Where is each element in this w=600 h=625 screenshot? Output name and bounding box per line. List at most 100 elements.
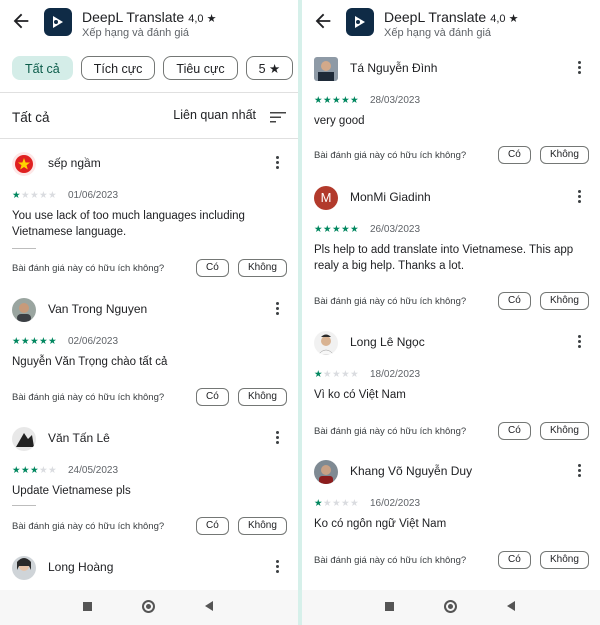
star-empty-icon: ★ bbox=[332, 369, 342, 380]
helpful-prompt: Bài đánh giá này có hữu ích không? bbox=[314, 296, 467, 307]
avatar: M bbox=[314, 186, 338, 210]
app-rating: 4,0 ★ bbox=[490, 13, 519, 25]
star-empty-icon: ★ bbox=[341, 498, 351, 509]
more-options-icon[interactable] bbox=[276, 431, 280, 446]
star-empty-icon: ★ bbox=[350, 498, 360, 509]
review-item: Van Trong Nguyen ★★★★★ 02/06/2023 Nguyễn… bbox=[12, 298, 288, 413]
review-author: MonMi Giadinh bbox=[350, 190, 431, 204]
sort-label: Tất cả bbox=[12, 110, 50, 125]
helpful-prompt: Bài đánh giá này có hữu ích không? bbox=[12, 392, 165, 403]
chip-negative[interactable]: Tiêu cực bbox=[163, 56, 238, 80]
chip-5-star[interactable]: 5 ★ bbox=[245, 56, 294, 80]
back-arrow-icon[interactable] bbox=[312, 10, 334, 32]
app-title: DeepL Translate 4,0 ★ bbox=[384, 9, 519, 25]
review-date: 24/05/2023 bbox=[68, 465, 119, 476]
avatar bbox=[12, 427, 36, 451]
review-text: Nguyễn Văn Trọng chào tất cả bbox=[12, 356, 168, 368]
app-bar: DeepL Translate 4,0 ★ Xếp hạng và đánh gi… bbox=[302, 0, 600, 50]
review-text: Ko có ngôn ngữ Việt Nam bbox=[314, 518, 447, 530]
avatar bbox=[12, 298, 36, 322]
app-subtitle: Xếp hạng và đánh giá bbox=[82, 27, 190, 39]
avatar bbox=[12, 556, 36, 580]
star-filled-icon: ★ bbox=[350, 95, 360, 106]
star-filled-icon: ★ bbox=[39, 336, 49, 347]
back-icon[interactable] bbox=[205, 601, 213, 611]
deepl-logo-icon bbox=[44, 8, 72, 36]
helpful-prompt: Bài đánh giá này có hữu ích không? bbox=[314, 555, 467, 566]
star-filled-icon: ★ bbox=[323, 95, 333, 106]
more-options-icon[interactable] bbox=[276, 302, 280, 317]
helpful-no-button[interactable]: Không bbox=[238, 259, 287, 277]
helpful-no-button[interactable]: Không bbox=[540, 146, 589, 164]
star-filled-icon: ★ bbox=[12, 190, 22, 201]
review-text: very good bbox=[314, 115, 365, 127]
helpful-yes-button[interactable]: Có bbox=[196, 517, 229, 535]
helpful-yes-button[interactable]: Có bbox=[498, 422, 531, 440]
star-rating: ★★★★★ bbox=[314, 224, 359, 235]
star-filled-icon: ★ bbox=[30, 465, 40, 476]
helpful-prompt: Bài đánh giá này có hữu ích không? bbox=[12, 263, 165, 274]
helpful-no-button[interactable]: Không bbox=[238, 517, 287, 535]
review-text: Vì ko có Việt Nam bbox=[314, 389, 406, 401]
recent-apps-icon[interactable] bbox=[385, 602, 394, 611]
more-options-icon[interactable] bbox=[578, 335, 582, 350]
back-arrow-icon[interactable] bbox=[10, 10, 32, 32]
helpful-yes-button[interactable]: Có bbox=[498, 146, 531, 164]
review-text: Update Vietnamese pls bbox=[12, 485, 131, 497]
more-options-icon[interactable] bbox=[578, 61, 582, 76]
star-empty-icon: ★ bbox=[323, 369, 333, 380]
review-date: 01/06/2023 bbox=[68, 190, 119, 201]
more-options-icon[interactable] bbox=[578, 464, 582, 479]
sort-icon[interactable] bbox=[270, 110, 286, 124]
review-date: 16/02/2023 bbox=[370, 498, 421, 509]
recent-apps-icon[interactable] bbox=[83, 602, 92, 611]
sort-selector[interactable]: Liên quan nhất bbox=[173, 108, 256, 122]
filter-chips: Tất cảTích cựcTiêu cực5 ★4 bbox=[12, 56, 298, 80]
helpful-no-button[interactable]: Không bbox=[238, 388, 287, 406]
chip-all[interactable]: Tất cả bbox=[12, 56, 73, 80]
avatar bbox=[314, 57, 338, 81]
star-filled-icon: ★ bbox=[314, 224, 324, 235]
app-bar: DeepL Translate 4,0 ★ Xếp hạng và đánh gi… bbox=[0, 0, 298, 50]
review-item: Văn Tấn Lê ★★★★★ 24/05/2023 Update Vietn… bbox=[12, 427, 288, 542]
system-nav-bar bbox=[302, 590, 600, 625]
helpful-prompt: Bài đánh giá này có hữu ích không? bbox=[314, 426, 467, 437]
star-empty-icon: ★ bbox=[48, 465, 58, 476]
helpful-no-button[interactable]: Không bbox=[540, 422, 589, 440]
home-icon[interactable] bbox=[142, 600, 155, 613]
review-item: sếp ngầm ★★★★★ 01/06/2023 You use lack o… bbox=[12, 152, 288, 282]
left-screen: DeepL Translate 4,0 ★ Xếp hạng và đánh gi… bbox=[0, 0, 298, 625]
review-date: 26/03/2023 bbox=[370, 224, 421, 235]
star-rating: ★★★★★ bbox=[12, 465, 57, 476]
star-rating: ★★★★★ bbox=[314, 498, 359, 509]
star-empty-icon: ★ bbox=[39, 190, 49, 201]
review-item: Long Lê Ngọc ★★★★★ 18/02/2023 Vì ko có V… bbox=[314, 331, 590, 446]
chip-positive[interactable]: Tích cực bbox=[80, 56, 156, 80]
star-filled-icon: ★ bbox=[341, 95, 351, 106]
star-rating: ★★★★★ bbox=[12, 336, 57, 347]
star-rating: ★★★★★ bbox=[314, 369, 359, 380]
app-rating: 4,0 ★ bbox=[188, 13, 217, 25]
app-title: DeepL Translate 4,0 ★ bbox=[82, 9, 217, 25]
more-options-icon[interactable] bbox=[578, 190, 582, 205]
star-filled-icon: ★ bbox=[21, 336, 31, 347]
star-empty-icon: ★ bbox=[39, 465, 49, 476]
helpful-yes-button[interactable]: Có bbox=[498, 292, 531, 310]
more-options-icon[interactable] bbox=[276, 156, 280, 171]
helpful-yes-button[interactable]: Có bbox=[196, 259, 229, 277]
review-author: Khang Võ Nguyễn Duy bbox=[350, 464, 473, 478]
review-author: Tá Nguyễn Đình bbox=[350, 61, 438, 75]
review-item: Long Hoàng bbox=[12, 556, 288, 586]
deepl-logo-icon bbox=[346, 8, 374, 36]
helpful-no-button[interactable]: Không bbox=[540, 551, 589, 569]
star-empty-icon: ★ bbox=[21, 190, 31, 201]
helpful-no-button[interactable]: Không bbox=[540, 292, 589, 310]
helpful-yes-button[interactable]: Có bbox=[196, 388, 229, 406]
review-date: 02/06/2023 bbox=[68, 336, 119, 347]
more-options-icon[interactable] bbox=[276, 560, 280, 575]
star-filled-icon: ★ bbox=[350, 224, 360, 235]
home-icon[interactable] bbox=[444, 600, 457, 613]
helpful-yes-button[interactable]: Có bbox=[498, 551, 531, 569]
back-icon[interactable] bbox=[507, 601, 515, 611]
divider bbox=[0, 138, 298, 139]
